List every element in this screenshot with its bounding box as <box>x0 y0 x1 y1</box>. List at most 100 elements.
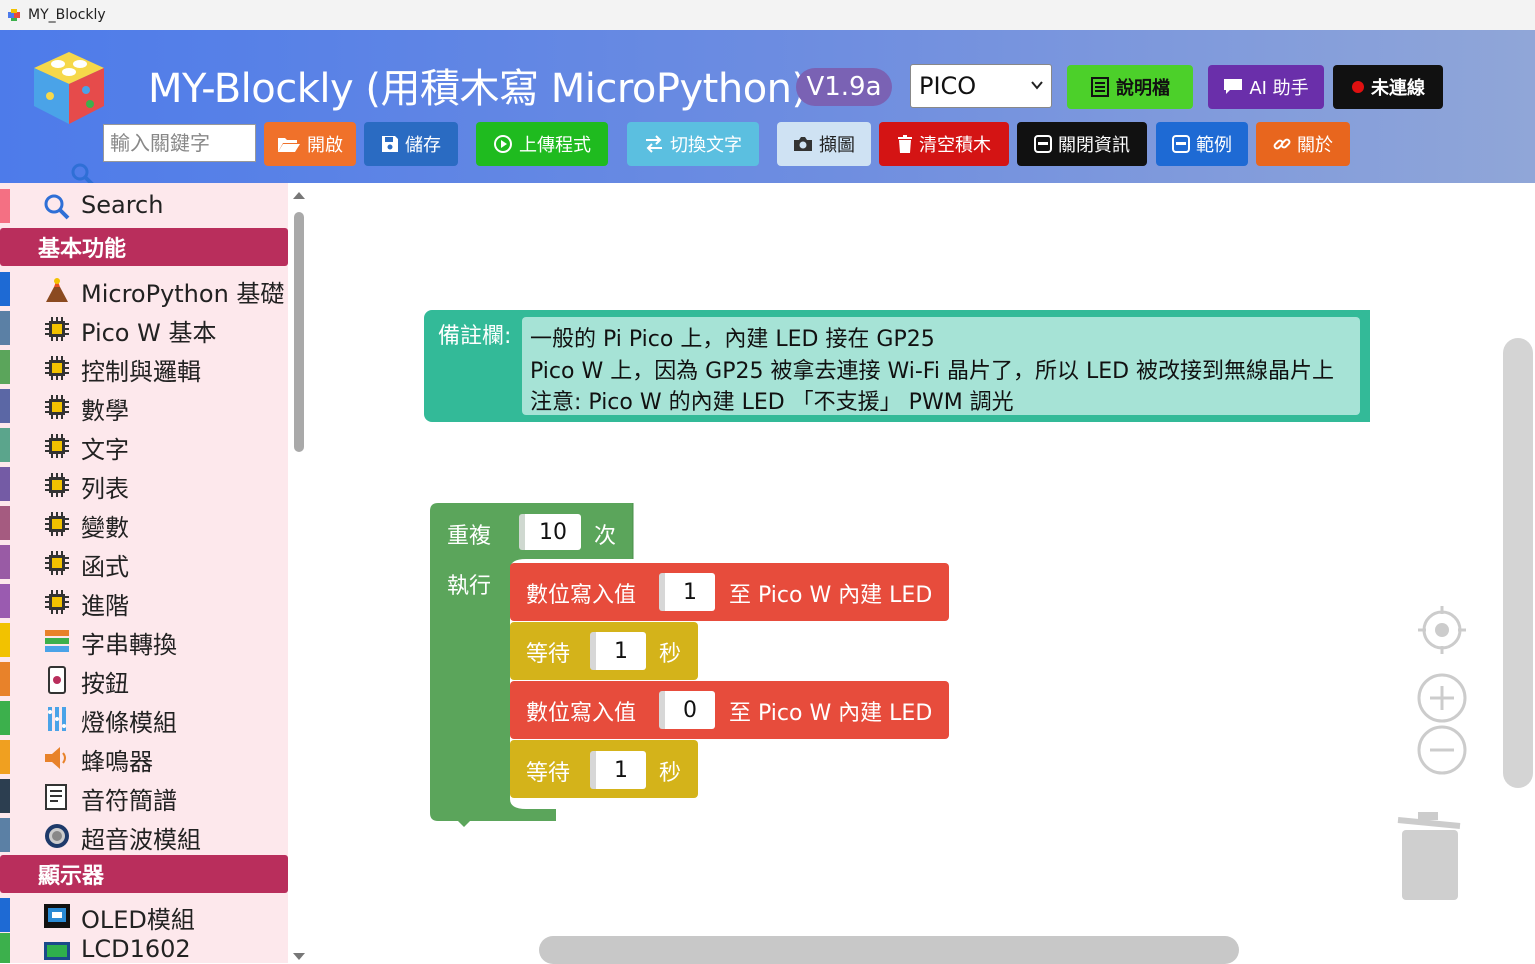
toolbox-item-label: OLED模組 <box>81 906 195 934</box>
toggle-text-label: 切換文字 <box>670 135 742 156</box>
toolbox-search-label: Search <box>81 191 164 219</box>
toolbox-item-label: 數學 <box>81 397 129 425</box>
toolbox-item-label: 按鈕 <box>81 670 129 698</box>
toolbox-item-label: 控制與邏輯 <box>81 358 201 386</box>
clear-blocks-button[interactable]: 清空積木 <box>879 122 1009 166</box>
connect-button[interactable]: 未連線 <box>1333 65 1443 109</box>
chip-icon <box>45 434 69 458</box>
comment-text-area[interactable]: 一般的 Pi Pico 上，內建 LED 接在 GP25 Pico W 上，因為… <box>522 317 1360 415</box>
toolbox-category-header[interactable]: 顯示器 <box>0 855 288 893</box>
close-info-label: 關閉資訊 <box>1058 135 1130 156</box>
toolbox-item-label: 變數 <box>81 514 129 542</box>
toolbox-item[interactable]: 按鈕 <box>0 660 288 698</box>
toolbox-item[interactable]: 蜂鳴器 <box>0 738 288 776</box>
digital-write-value-input[interactable]: 0 <box>659 691 715 729</box>
scroll-down-icon <box>293 953 305 960</box>
category-color-stripe <box>0 545 10 579</box>
sonar-icon <box>45 824 69 848</box>
capture-button[interactable]: 擷圖 <box>777 122 871 166</box>
comment-label: 備註欄: <box>438 324 512 349</box>
chip-icon <box>45 317 69 341</box>
category-color-stripe <box>0 311 10 345</box>
category-color-stripe <box>0 467 10 501</box>
upload-button[interactable]: 上傳程式 <box>476 122 608 166</box>
wait-value-input[interactable]: 1 <box>590 632 646 670</box>
about-button[interactable]: 關於 <box>1256 122 1350 166</box>
folder-open-icon <box>278 138 300 152</box>
window-titlebar: MY_Blockly <box>0 0 1535 31</box>
repeat-count-input[interactable]: 10 <box>519 514 581 550</box>
button-icon <box>48 666 66 694</box>
workspace-vertical-scrollbar[interactable] <box>1503 338 1533 788</box>
workspace-horizontal-scrollbar[interactable] <box>539 936 1239 964</box>
trash-icon <box>898 135 912 153</box>
toolbox-item[interactable]: 控制與邏輯 <box>0 348 288 386</box>
toolbox-item[interactable]: 數學 <box>0 387 288 425</box>
save-button[interactable]: 儲存 <box>364 122 458 166</box>
category-color-stripe <box>0 428 10 462</box>
app-icon <box>8 9 20 21</box>
chip-icon <box>45 590 69 614</box>
category-color-stripe <box>0 350 10 384</box>
keyword-search-input[interactable] <box>103 124 256 162</box>
doc-button[interactable]: 說明檔 <box>1067 65 1193 109</box>
volcano-icon <box>46 278 68 302</box>
repeat-do-label: 執行 <box>447 574 492 599</box>
toolbox-item-label: 超音波模組 <box>81 826 201 854</box>
repeat-label: 重複 <box>447 524 492 549</box>
category-color-stripe <box>0 662 10 696</box>
toolbox-item-label: 文字 <box>81 436 129 464</box>
category-color-stripe <box>0 898 10 932</box>
ai-assistant-button[interactable]: AI 助手 <box>1208 65 1324 109</box>
category-color-stripe <box>0 818 10 852</box>
toolbox-item[interactable]: LCD1602 <box>0 931 288 963</box>
toolbox-item[interactable]: 字串轉換 <box>0 621 288 659</box>
toolbox-item[interactable]: 文字 <box>0 426 288 464</box>
close-info-button[interactable]: 關閉資訊 <box>1017 122 1147 166</box>
ai-assistant-label: AI 助手 <box>1249 78 1309 99</box>
toolbox-item-label: 函式 <box>81 553 129 581</box>
comment-block[interactable]: 備註欄: 一般的 Pi Pico 上，內建 LED 接在 GP25 Pico W… <box>424 310 1370 422</box>
toolbox-item-label: LCD1602 <box>81 935 191 963</box>
digital-write-value-input[interactable]: 1 <box>659 573 715 611</box>
zoom-in-icon[interactable] <box>1416 672 1468 724</box>
toolbox-item[interactable]: 超音波模組 <box>0 816 288 854</box>
open-button[interactable]: 開啟 <box>264 122 356 166</box>
recenter-icon[interactable] <box>1416 604 1468 656</box>
toolbox-item[interactable]: 列表 <box>0 465 288 503</box>
toolbox-item[interactable]: 燈條模組 <box>0 699 288 737</box>
toggle-text-button[interactable]: 切換文字 <box>627 122 759 166</box>
swap-icon <box>646 135 662 153</box>
about-label: 關於 <box>1297 135 1333 156</box>
toolbox-search[interactable]: Search <box>0 187 288 225</box>
category-color-stripe <box>0 506 10 540</box>
lcd-icon <box>44 942 70 960</box>
document-icon <box>1091 77 1109 97</box>
toolbox-item[interactable]: 函式 <box>0 543 288 581</box>
toolbox-scrollbar-thumb[interactable] <box>294 212 304 452</box>
comment-line: 注意: Pico W 的內建 LED 「不支援」 PWM 調光 <box>530 390 1014 415</box>
toolbox-category-header[interactable]: 基本功能 <box>0 228 288 266</box>
toolbox-item[interactable]: 變數 <box>0 504 288 542</box>
toolbox-item[interactable]: OLED模組 <box>0 896 288 934</box>
zoom-out-icon[interactable] <box>1416 724 1468 776</box>
chevron-down-icon <box>1031 81 1043 90</box>
chat-icon <box>1224 79 1243 94</box>
examples-button[interactable]: 範例 <box>1156 122 1248 166</box>
comment-line: 一般的 Pi Pico 上，內建 LED 接在 GP25 <box>530 327 935 352</box>
toolbox-item-label: 蜂鳴器 <box>81 748 153 776</box>
category-color-stripe <box>0 933 10 963</box>
search-icon <box>44 194 70 220</box>
toolbox-item[interactable]: MicroPython 基礎 <box>0 270 288 308</box>
trashcan-icon[interactable] <box>1394 808 1466 904</box>
camera-icon <box>794 137 812 151</box>
wait-value-input[interactable]: 1 <box>590 751 646 789</box>
toolbox-item[interactable]: Pico W 基本 <box>0 309 288 347</box>
toolbox-item[interactable]: 進階 <box>0 582 288 620</box>
toolbox-item[interactable]: 音符簡譜 <box>0 777 288 815</box>
capture-button-label: 擷圖 <box>819 135 855 156</box>
buzzer-icon <box>45 747 66 769</box>
upload-button-label: 上傳程式 <box>519 135 591 156</box>
board-select[interactable]: PICO <box>910 64 1052 108</box>
save-icon <box>382 136 398 152</box>
